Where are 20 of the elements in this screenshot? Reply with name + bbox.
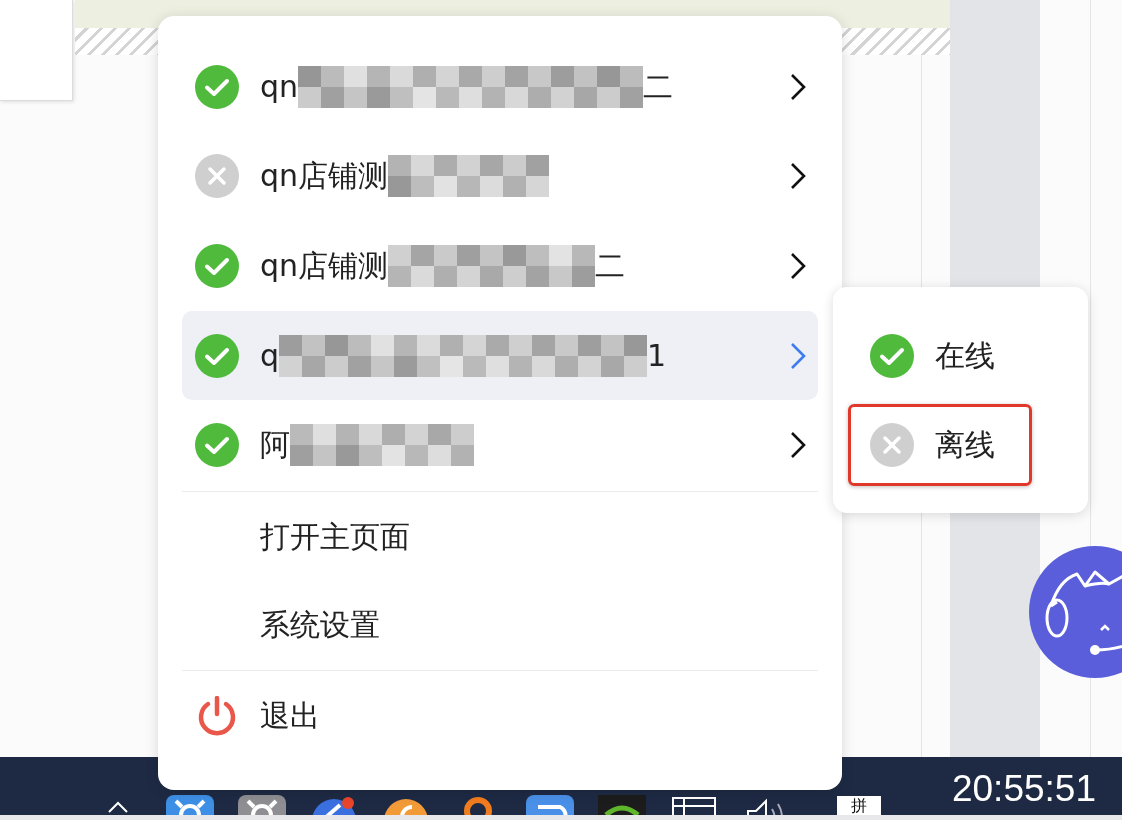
chevron-up-icon[interactable] — [107, 801, 129, 813]
power-icon — [197, 695, 237, 736]
status-option[interactable]: 在线 — [848, 315, 1032, 397]
chevron-right-icon — [790, 162, 806, 191]
input-method-indicator[interactable]: 拼 — [837, 796, 881, 815]
menu-item[interactable]: 退出 — [182, 671, 818, 760]
account-menu-item[interactable]: qn店铺测 — [182, 131, 818, 222]
account-menu-item[interactable]: q 1 — [182, 310, 818, 401]
menu-item[interactable]: 系统设置 — [182, 580, 818, 669]
chevron-right-icon — [790, 341, 806, 370]
account-menu-item[interactable]: qn 二 — [182, 42, 818, 132]
menu-item[interactable]: 打开主页面 — [182, 492, 818, 581]
account-menu-item[interactable]: qn店铺测 二 — [182, 221, 818, 311]
account-menu-item[interactable]: 阿 — [182, 400, 818, 490]
clock: 20:55:51 — [951, 769, 1096, 809]
chevron-right-icon — [790, 72, 806, 101]
headset-icon[interactable] — [1029, 546, 1122, 678]
chevron-right-icon — [790, 431, 806, 460]
status-option[interactable]: 离线 — [848, 404, 1032, 486]
chevron-right-icon — [790, 252, 806, 280]
